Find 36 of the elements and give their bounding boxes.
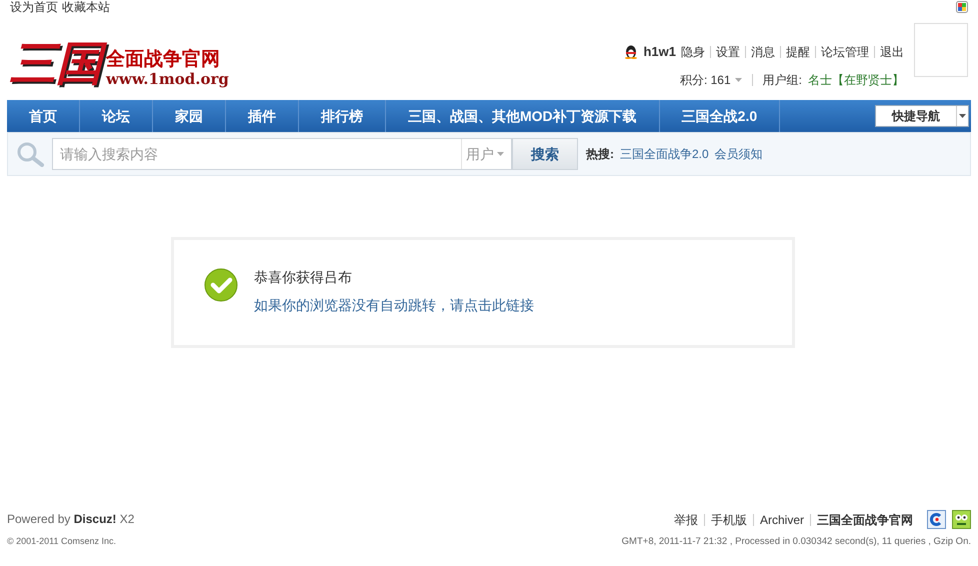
search-icon bbox=[16, 141, 46, 167]
footer-link[interactable]: Archiver bbox=[760, 510, 804, 528]
hot-search-link[interactable]: 三国全面战争2.0 bbox=[620, 145, 709, 163]
search-button[interactable]: 搜索 bbox=[512, 138, 578, 170]
stats-text: GMT+8, 2011-11-7 21:32 , Processed in 0.030342 second(s), 11 queries , Gzip On. bbox=[622, 535, 971, 549]
usergroup-link[interactable]: 名士【在野贤士】 bbox=[808, 70, 904, 88]
color-palette-icon[interactable] bbox=[956, 1, 968, 13]
user-menu-link[interactable]: 退出 bbox=[880, 42, 904, 61]
top-link[interactable]: 收藏本站 bbox=[62, 0, 110, 14]
caret-icon bbox=[959, 114, 966, 118]
owl-icon[interactable] bbox=[952, 510, 971, 529]
user-menu-link[interactable]: 消息 bbox=[751, 42, 775, 61]
copyright-text: © 2001-2011 Comsenz Inc. bbox=[7, 535, 118, 548]
message-title: 恭喜你获得吕布 bbox=[254, 268, 353, 286]
footer-link[interactable]: 举报 bbox=[674, 510, 698, 528]
caret-icon bbox=[497, 152, 504, 156]
user-menu-link[interactable]: 论坛管理 bbox=[821, 42, 869, 61]
quick-nav-button[interactable]: 快捷导航 bbox=[875, 105, 969, 127]
penguin-icon bbox=[624, 44, 638, 60]
footer-link[interactable]: 手机版 bbox=[710, 510, 747, 528]
powered-by-text: Powered by Discuz! X2 bbox=[7, 511, 134, 528]
footer-site-link[interactable]: 三国全面战争官网 bbox=[817, 510, 913, 528]
redirect-link[interactable]: 如果你的浏览器没有自动跳转，请点击此链接 bbox=[254, 296, 534, 314]
user-menu-link[interactable]: 隐身 bbox=[681, 42, 705, 61]
hot-search-link[interactable]: 会员须知 bbox=[714, 145, 763, 163]
usergroup-label: 用户组: bbox=[762, 72, 802, 88]
top-link[interactable]: 设为首页 bbox=[10, 0, 58, 14]
avatar-placeholder bbox=[914, 23, 968, 77]
caret-icon bbox=[734, 78, 742, 82]
hot-search-label: 热搜: bbox=[586, 146, 614, 163]
username-link[interactable]: h1w1 bbox=[643, 42, 676, 62]
user-menu-link[interactable]: 设置 bbox=[716, 42, 740, 61]
checkmark-icon bbox=[204, 268, 238, 302]
c-logo-icon[interactable] bbox=[927, 510, 946, 529]
credits-menu[interactable]: 积分: 161 bbox=[680, 70, 742, 88]
user-menu-link[interactable]: 提醒 bbox=[786, 42, 810, 61]
